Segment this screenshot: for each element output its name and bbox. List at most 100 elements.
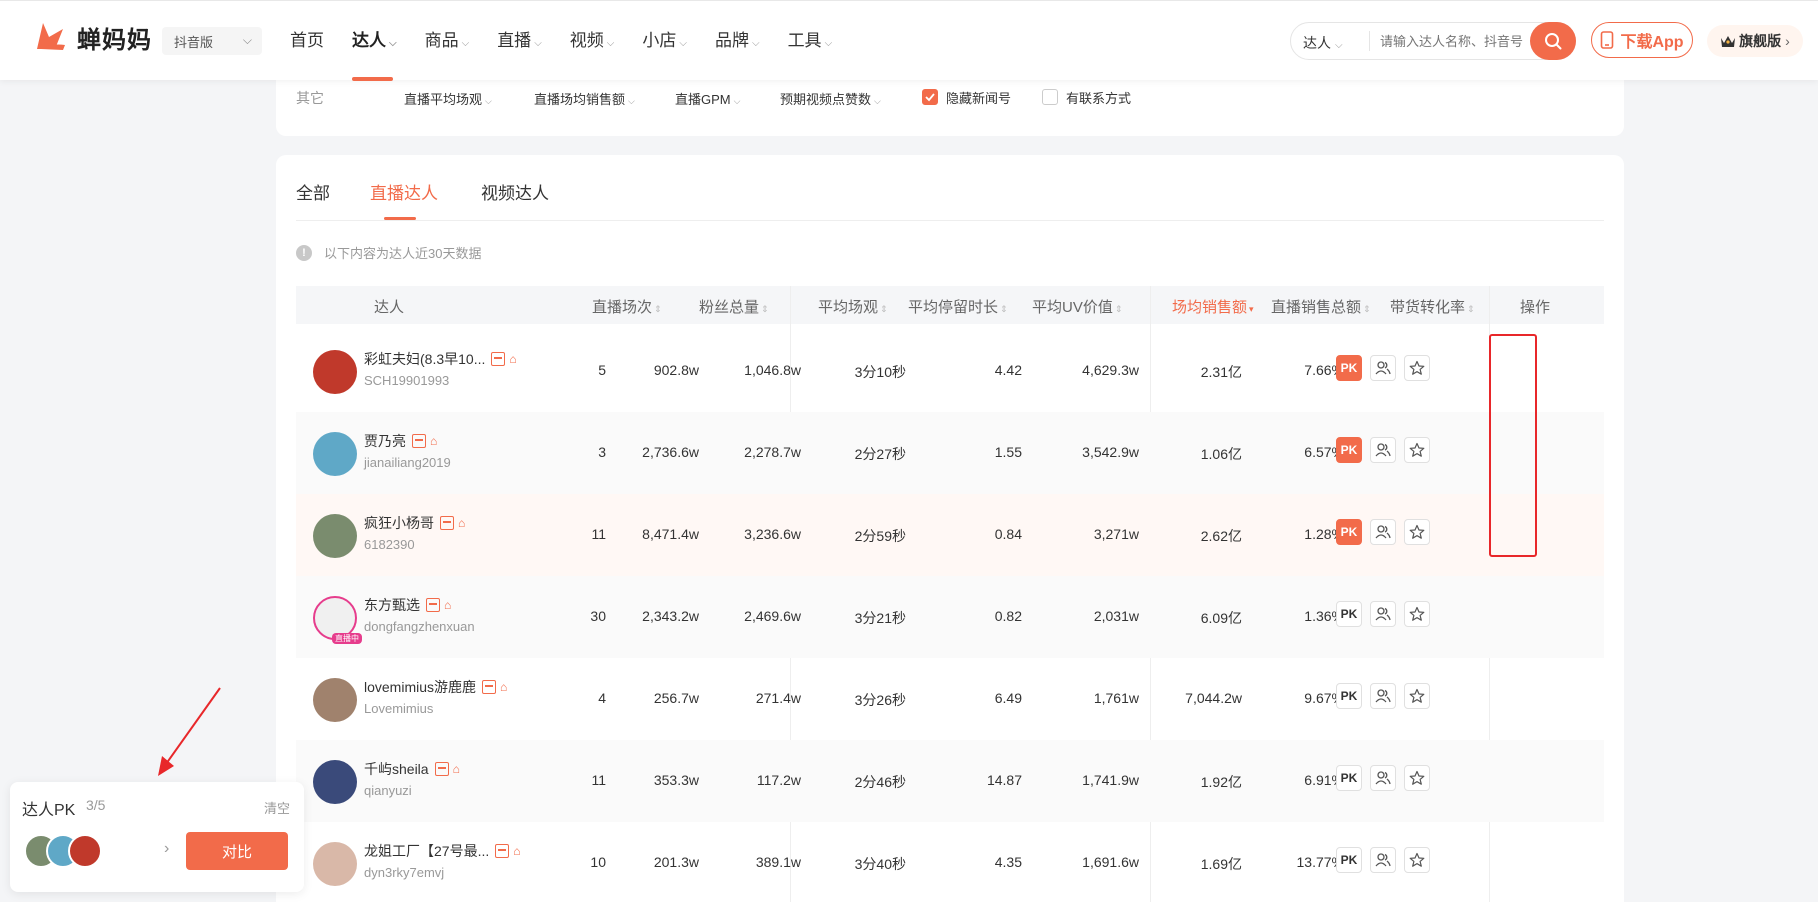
chevron-right-icon[interactable]: › xyxy=(164,840,169,858)
col-avg-views[interactable]: 平均场观 ⇕ xyxy=(818,296,888,317)
cell-avg-sales: 2,031w xyxy=(1093,608,1139,624)
pk-button[interactable]: PK xyxy=(1336,519,1362,545)
star-icon xyxy=(1409,442,1425,457)
cell-avg-sales: 4,629.3w xyxy=(1082,362,1139,378)
search-button[interactable] xyxy=(1530,22,1576,60)
nav-item-2[interactable]: 商品 ⌵ xyxy=(425,1,470,81)
table-row[interactable]: 疯狂小杨哥 ⌂ 6182390 11 8,471.4w 3,236.6w 2分59秒 0.84… xyxy=(296,494,1604,576)
tab-live-influencers[interactable]: 直播达人 xyxy=(370,179,438,220)
cell-avg-stay: 3分26秒 xyxy=(854,692,906,708)
favorite-button[interactable] xyxy=(1404,355,1430,381)
influencer-name[interactable]: 疯狂小杨哥 ⌂ xyxy=(364,513,465,533)
avatar[interactable] xyxy=(313,514,357,558)
nav-item-3[interactable]: 直播 ⌵ xyxy=(497,1,542,81)
pk-button[interactable]: PK xyxy=(1336,437,1362,463)
similar-users-button[interactable] xyxy=(1370,437,1396,463)
sort-icon: ⇕ xyxy=(654,304,662,314)
similar-users-button[interactable] xyxy=(1370,765,1396,791)
nav-label: 小店 xyxy=(642,31,677,50)
shop-icon: ⌂ xyxy=(513,844,521,858)
nav-label: 达人 xyxy=(352,31,386,50)
col-conversion[interactable]: 带货转化率 ⇕ xyxy=(1390,296,1475,317)
pk-selected-avatars xyxy=(24,834,124,868)
pk-button[interactable]: PK xyxy=(1336,765,1362,791)
logo[interactable]: 蝉妈妈 xyxy=(33,19,152,55)
results-card: 全部 直播达人 视频达人 ! 以下内容为达人近30天数据 达人 直播场次 ⇕ 粉丝… xyxy=(276,155,1624,902)
sort-icon: ⇕ xyxy=(1000,304,1008,314)
favorite-button[interactable] xyxy=(1404,683,1430,709)
col-uv-value[interactable]: 平均UV价值 ⇕ xyxy=(1032,296,1122,317)
favorite-button[interactable] xyxy=(1404,601,1430,627)
similar-users-button[interactable] xyxy=(1370,847,1396,873)
flagship-button[interactable]: 旗舰版 › xyxy=(1707,25,1803,57)
avatar[interactable] xyxy=(313,760,357,804)
nav-item-1[interactable]: 达人 ⌵ xyxy=(352,1,397,81)
table-row[interactable]: 直播中 东方甄选 ⌂ dongfangzhenxuan 30 2,343.2w 2,469.… xyxy=(296,576,1604,658)
nav-item-6[interactable]: 品牌 ⌵ xyxy=(715,1,760,81)
live-icon xyxy=(412,434,426,448)
tab-all[interactable]: 全部 xyxy=(296,179,330,204)
nav-item-5[interactable]: 小店 ⌵ xyxy=(642,1,687,81)
similar-users-button[interactable] xyxy=(1370,355,1396,381)
hide-news-checkbox[interactable] xyxy=(922,89,938,105)
table-row[interactable]: 千屿sheila ⌂ qianyuzi 11 353.3w 117.2w 2分46秒 14.8… xyxy=(296,740,1604,822)
favorite-button[interactable] xyxy=(1404,847,1430,873)
avatar[interactable] xyxy=(313,350,357,394)
similar-users-button[interactable] xyxy=(1370,601,1396,627)
table-row[interactable]: 贾乃亮 ⌂ jianailiang2019 3 2,736.6w 2,278.7w 2分27… xyxy=(296,412,1604,494)
influencer-name[interactable]: 龙姐工厂【27号最... ⌂ xyxy=(364,841,521,861)
chevron-down-icon: ⌵ xyxy=(679,38,687,49)
similar-users-button[interactable] xyxy=(1370,683,1396,709)
pk-button[interactable]: PK xyxy=(1336,847,1362,873)
search-input[interactable] xyxy=(1369,31,1524,51)
favorite-button[interactable] xyxy=(1404,765,1430,791)
col-avg-stay[interactable]: 平均停留时长 ⇕ xyxy=(908,296,1008,317)
table-row[interactable]: 彩虹夫妇(8.3早10... ⌂ SCH19901993 5 902.8w 1,046.8… xyxy=(296,330,1604,412)
pk-button[interactable]: PK xyxy=(1336,683,1362,709)
sort-desc-icon: ▾ xyxy=(1249,304,1254,314)
favorite-button[interactable] xyxy=(1404,519,1430,545)
filter-avg-sales[interactable]: 直播场均销售额 ⌵ xyxy=(534,89,635,108)
avatar[interactable] xyxy=(313,678,357,722)
row-actions: PK xyxy=(1336,765,1438,791)
live-icon xyxy=(426,598,440,612)
tab-video-influencers[interactable]: 视频达人 xyxy=(481,179,549,204)
avatar[interactable] xyxy=(313,432,357,476)
filter-expected-likes[interactable]: 预期视频点赞数 ⌵ xyxy=(780,89,881,108)
chevron-down-icon: ⌵ xyxy=(242,33,252,47)
influencer-name[interactable]: 东方甄选 ⌂ xyxy=(364,595,451,615)
phone-icon xyxy=(1601,31,1614,49)
influencer-name[interactable]: 千屿sheila ⌂ xyxy=(364,759,460,779)
similar-users-button[interactable] xyxy=(1370,519,1396,545)
data-notice: ! 以下内容为达人近30天数据 xyxy=(296,243,481,262)
influencer-name[interactable]: 彩虹夫妇(8.3早10... ⌂ xyxy=(364,349,517,369)
filter-avg-views[interactable]: 直播平均场观 ⌵ xyxy=(404,89,492,108)
logo-text: 蝉妈妈 xyxy=(77,26,152,54)
download-app-button[interactable]: 下载App xyxy=(1591,22,1693,58)
col-avg-sales[interactable]: 场均销售额 ▾ xyxy=(1172,296,1254,317)
nav-item-7[interactable]: 工具 ⌵ xyxy=(788,1,833,81)
pk-clear-button[interactable]: 清空 xyxy=(264,798,290,817)
col-fans[interactable]: 粉丝总量 ⇕ xyxy=(699,296,769,317)
influencer-name[interactable]: 贾乃亮 ⌂ xyxy=(364,431,437,451)
crown-icon xyxy=(1721,36,1736,47)
col-sessions[interactable]: 直播场次 ⇕ xyxy=(592,296,662,317)
has-contact-checkbox[interactable] xyxy=(1042,89,1058,105)
avatar[interactable] xyxy=(313,842,357,886)
nav-label: 视频 xyxy=(569,31,604,50)
influencer-name[interactable]: lovemimius游鹿鹿 ⌂ xyxy=(364,677,507,697)
nav-item-4[interactable]: 视频 ⌵ xyxy=(570,1,615,81)
search-type-select[interactable]: 达人 ⌵ xyxy=(1303,33,1343,53)
cell-fans: 256.7w xyxy=(653,690,699,706)
table-row[interactable]: lovemimius游鹿鹿 ⌂ Lovemimius 4 256.7w 271.4w 3分2… xyxy=(296,658,1604,740)
filter-gpm[interactable]: 直播GPM ⌵ xyxy=(675,89,740,108)
table-row[interactable]: 龙姐工厂【27号最... ⌂ dyn3rky7emvj 10 201.3w 389.1w 3… xyxy=(296,822,1604,902)
favorite-button[interactable] xyxy=(1404,437,1430,463)
nav-item-0[interactable]: 首页 xyxy=(290,1,324,81)
cell-total-sales: 1.92亿 xyxy=(1200,774,1242,790)
compare-button[interactable]: 对比 xyxy=(186,832,288,870)
pk-button[interactable]: PK xyxy=(1336,601,1362,627)
pk-button[interactable]: PK xyxy=(1336,355,1362,381)
col-total-sales[interactable]: 直播销售总额 ⇕ xyxy=(1271,296,1371,317)
edition-select[interactable]: 抖音版 ⌵ xyxy=(162,27,262,55)
